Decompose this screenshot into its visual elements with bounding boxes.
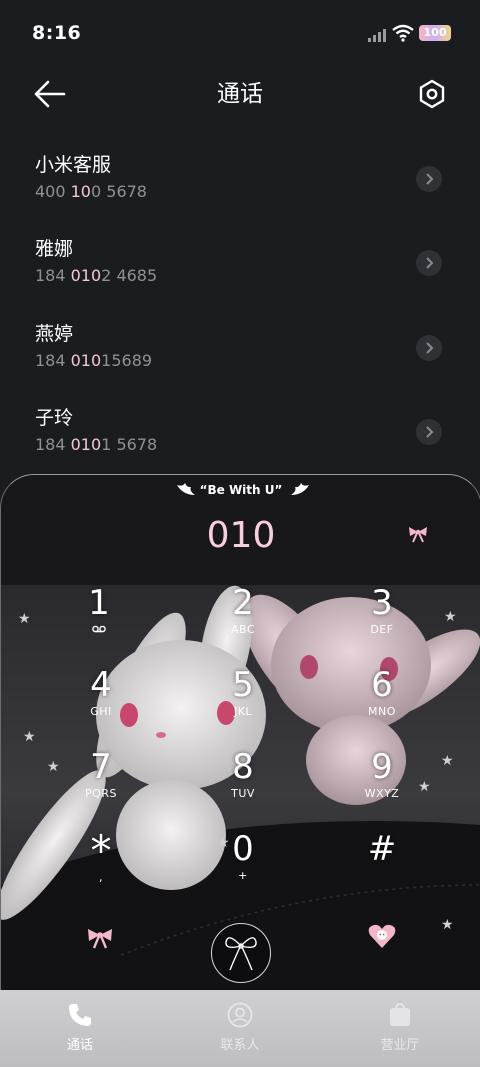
- tab-label: 营业厅: [380, 1038, 420, 1053]
- contact-number: 184 01015689: [35, 351, 153, 370]
- phone-icon: [69, 1004, 91, 1026]
- page-title: 通话: [217, 81, 263, 107]
- star-decoration: ★: [18, 611, 31, 627]
- contact-row[interactable]: 燕婷 184 01015689: [0, 321, 480, 405]
- dial-key-9[interactable]: 9 WXYZ: [327, 747, 437, 825]
- voicemail-icon: [44, 623, 154, 637]
- contact-name: 小米客服: [35, 154, 112, 176]
- contacts-icon: [227, 1002, 253, 1028]
- status-bar: 8:16 100: [0, 0, 480, 68]
- dial-key-star[interactable]: *,: [46, 830, 156, 909]
- bunny-heart-icon[interactable]: [367, 923, 397, 949]
- contact-row[interactable]: 小米客服 400 100 5678: [0, 152, 480, 236]
- pink-bow-icon[interactable]: [407, 525, 429, 543]
- clock: 8:16: [32, 22, 82, 44]
- star-decoration: ★: [444, 609, 457, 625]
- angel-wing-right-icon: [291, 483, 309, 495]
- chevron-right-icon: [426, 173, 434, 185]
- shopping-bag-icon: [390, 1002, 410, 1026]
- contact-detail-button[interactable]: [416, 250, 442, 276]
- dial-pad-panel: “Be With U” 010 ★ ★ ★ ★ ★ ★ ★ ★ 1 2 ABC 3…: [0, 474, 480, 991]
- contact-row[interactable]: 雅娜 184 0102 4685: [0, 236, 480, 320]
- dial-key-3[interactable]: 3 DEF: [327, 583, 437, 661]
- call-button[interactable]: [211, 923, 271, 983]
- dial-key-hash[interactable]: #: [327, 829, 437, 907]
- contact-name: 雅娜: [35, 238, 74, 260]
- dial-key-1[interactable]: 1: [44, 583, 154, 661]
- contact-number: 184 0101 5678: [35, 435, 158, 454]
- tab-business-hall[interactable]: 营业厅: [320, 990, 480, 1067]
- battery-indicator: 100: [419, 25, 451, 41]
- signal-icon: [368, 29, 386, 42]
- star-decoration: ★: [23, 729, 36, 745]
- wifi-icon: [392, 24, 414, 42]
- tab-calls[interactable]: 通话: [0, 990, 160, 1067]
- pink-bow-icon[interactable]: [86, 927, 114, 949]
- tab-label: 联系人: [220, 1038, 260, 1053]
- settings-icon[interactable]: [417, 79, 447, 109]
- dial-key-7[interactable]: 7 PQRS: [46, 747, 156, 825]
- contact-detail-button[interactable]: [416, 419, 442, 445]
- contact-number: 184 0102 4685: [35, 266, 158, 285]
- contact-detail-button[interactable]: [416, 166, 442, 192]
- dial-key-8[interactable]: 8 TUV: [188, 747, 298, 825]
- chevron-right-icon: [426, 342, 434, 354]
- contact-name: 燕婷: [35, 323, 74, 345]
- dial-key-5[interactable]: 5 JKL: [188, 665, 298, 743]
- tab-label: 通话: [66, 1038, 93, 1053]
- contact-name: 子玲: [35, 407, 74, 429]
- tab-contacts[interactable]: 联系人: [160, 990, 320, 1067]
- chevron-right-icon: [426, 257, 434, 269]
- dial-key-2[interactable]: 2 ABC: [188, 583, 298, 661]
- bottom-tab-bar: 通话 联系人 营业厅: [0, 990, 480, 1067]
- contact-detail-button[interactable]: [416, 335, 442, 361]
- star-decoration: ★: [441, 917, 454, 933]
- theme-label: “Be With U”: [199, 483, 283, 497]
- dial-key-4[interactable]: 4 GHI: [46, 665, 156, 743]
- chevron-right-icon: [426, 426, 434, 438]
- contact-number: 400 100 5678: [35, 182, 147, 201]
- dial-key-6[interactable]: 6 MNO: [327, 665, 437, 743]
- ribbon-bow-icon: [225, 937, 257, 971]
- dial-key-0[interactable]: 0 +: [188, 829, 298, 907]
- star-decoration: ★: [441, 753, 454, 769]
